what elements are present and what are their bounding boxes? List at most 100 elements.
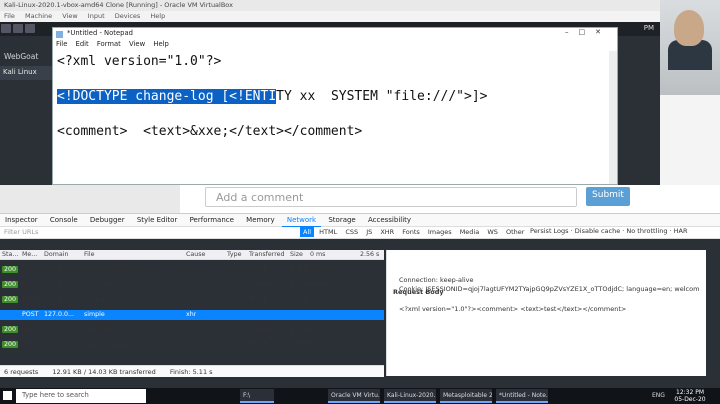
request-type-filters: All HTML CSS JS XHR Fonts Images Media W… xyxy=(300,227,527,239)
taskbar-kali[interactable]: Kali-Linux-2020... xyxy=(384,389,436,403)
cell-method: POST xyxy=(22,296,39,303)
np-menu-view[interactable]: View xyxy=(129,40,145,48)
col-timeline[interactable]: 0 ms xyxy=(310,251,325,258)
tab-inspector[interactable]: Inspector xyxy=(0,214,43,226)
col-transferred[interactable]: Transferred xyxy=(249,251,285,258)
filter-css[interactable]: CSS xyxy=(342,227,361,237)
window-controls[interactable]: –□✕ xyxy=(565,28,611,36)
tab-performance[interactable]: Performance xyxy=(185,214,239,226)
col-method[interactable]: Me... xyxy=(22,251,37,258)
menu-icon[interactable] xyxy=(1,24,11,33)
filter-other[interactable]: Other xyxy=(503,227,527,237)
filter-xhr[interactable]: XHR xyxy=(377,227,397,237)
network-summary: 6 requests 12.91 KB / 14.03 KB transferr… xyxy=(0,365,384,377)
virtualbox-title: Kali-Linux-2020.1-vbox-amd64 Clone [Runn… xyxy=(0,0,660,11)
cell-status: 200 xyxy=(2,296,19,303)
cell-size: 4.71 KB xyxy=(290,326,315,333)
har-menu[interactable]: HAR xyxy=(674,227,688,235)
tab-accessibility[interactable]: Accessibility xyxy=(363,214,416,226)
table-row[interactable]: 200 GET 127.0.0... lessonoverview.mvc xhr jso… xyxy=(0,265,384,275)
disable-cache-checkbox[interactable]: Disable cache xyxy=(575,227,620,235)
np-menu-file[interactable]: File xyxy=(56,40,67,48)
files-icon[interactable] xyxy=(13,24,23,33)
cell-file: simple xyxy=(84,311,105,318)
finish-time: Finish: 5.11 s xyxy=(169,368,213,376)
table-row[interactable]: 200 GET 127.0.0... comments xhr json 4.92 KB 4.… xyxy=(0,325,384,335)
vb-menu-machine[interactable]: Machine xyxy=(25,12,52,20)
col-size[interactable]: Size xyxy=(290,251,303,258)
submit-button[interactable]: Submit xyxy=(586,187,630,206)
header-connection: Connection: keep-alive xyxy=(399,276,474,284)
cell-status: 200 xyxy=(2,281,19,288)
tab-memory[interactable]: Memory xyxy=(241,214,279,226)
persist-logs-checkbox[interactable]: Persist Logs xyxy=(530,227,569,235)
col-file[interactable]: File xyxy=(84,251,95,258)
cell-domain: 127.0.0... xyxy=(44,326,75,333)
cell-domain: 127.0.0... xyxy=(44,296,75,303)
filter-html[interactable]: HTML xyxy=(316,227,340,237)
clock-time: 12:32 PM xyxy=(676,389,704,396)
taskbar-clock[interactable]: 12:32 PM 05-Dec-20 xyxy=(670,389,710,403)
notepad-title: *Untitled - Notepad xyxy=(67,29,133,37)
windows-start-icon[interactable] xyxy=(3,391,12,400)
request-count: 6 requests xyxy=(4,368,39,376)
cell-method: GET xyxy=(22,281,35,288)
taskbar-metasploitable[interactable]: Metasploitable 2... xyxy=(440,389,492,403)
tab-network[interactable]: Network xyxy=(281,214,322,228)
cell-method: GET xyxy=(22,341,35,348)
cell-file: lessonoverview.mvc xyxy=(84,266,148,273)
timeline-label: 2.56 s xyxy=(360,251,380,258)
tab-debugger[interactable]: Debugger xyxy=(85,214,130,226)
col-status[interactable]: Sta... xyxy=(2,251,18,258)
vb-menu-input[interactable]: Input xyxy=(88,12,105,20)
transferred-total: 12.91 KB / 14.03 KB transferred xyxy=(52,368,156,376)
table-row[interactable]: 200 GET 127.0.0... lessonmenu.mvc xhr json 7.4… xyxy=(0,280,384,290)
np-menu-edit[interactable]: Edit xyxy=(76,40,89,48)
np-menu-format[interactable]: Format xyxy=(97,40,121,48)
filter-images[interactable]: Images xyxy=(425,227,455,237)
kali-linux-tab[interactable]: Kali Linux xyxy=(0,66,52,80)
table-row[interactable]: 200 POST 127.0.0... simple xhr json 405 B 176 B xyxy=(0,295,384,305)
throttling-select[interactable]: No throttling xyxy=(626,227,667,235)
cell-transferred: 7.41 KB xyxy=(249,281,274,288)
col-cause[interactable]: Cause xyxy=(186,251,205,258)
notepad-text-area[interactable]: <?xml version="1.0"?> <!DOCTYPE change-l… xyxy=(53,51,617,164)
comment-input[interactable]: Add a comment xyxy=(205,187,577,207)
request-body-heading: Request Body xyxy=(393,288,444,296)
cell-cause: xhr xyxy=(186,296,197,303)
terminal-icon[interactable] xyxy=(25,24,35,33)
filter-media[interactable]: Media xyxy=(457,227,483,237)
cell-domain: 127.0.0... xyxy=(44,341,75,348)
kali-desktop-side xyxy=(0,36,52,206)
tab-style-editor[interactable]: Style Editor xyxy=(132,214,183,226)
vb-menu-help[interactable]: Help xyxy=(150,12,165,20)
table-row[interactable]: POST 127.0.0... simple xhr xyxy=(0,310,384,320)
tab-storage[interactable]: Storage xyxy=(323,214,360,226)
cell-cause: xhr xyxy=(186,326,197,333)
header-cookie: Cookie: JSESSIONID=qjoj7lagtUFYM2TYajpGQ… xyxy=(399,285,699,293)
cell-time: 104 ms xyxy=(312,281,336,288)
filter-all[interactable]: All xyxy=(300,227,315,237)
filter-js[interactable]: JS xyxy=(363,227,375,237)
taskbar-explorer[interactable]: F:\ xyxy=(240,389,274,403)
notepad-scrollbar[interactable] xyxy=(609,51,617,184)
taskbar-search[interactable]: Type here to search xyxy=(16,389,146,403)
np-menu-help[interactable]: Help xyxy=(153,40,169,48)
filter-fonts[interactable]: Fonts xyxy=(399,227,423,237)
taskbar-notepad[interactable]: *Untitled - Note... xyxy=(496,389,548,403)
col-type[interactable]: Type xyxy=(227,251,241,258)
language-indicator[interactable]: ENG xyxy=(652,392,665,399)
vb-menu-file[interactable]: File xyxy=(4,12,15,20)
vb-menu-view[interactable]: View xyxy=(62,12,77,20)
table-row[interactable]: 200 GET 127.0.0... lessonoverview.mvc xhr jso… xyxy=(0,340,384,350)
vb-menu-devices[interactable]: Devices xyxy=(115,12,141,20)
filter-ws[interactable]: WS xyxy=(484,227,501,237)
col-domain[interactable]: Domain xyxy=(44,251,68,258)
selected-text: <!DOCTYPE change-log [<!ENTI xyxy=(57,89,277,104)
clock-date: 05-Dec-20 xyxy=(674,396,706,403)
tab-console[interactable]: Console xyxy=(45,214,83,226)
webcam-overlay xyxy=(660,0,720,185)
taskbar-virtualbox[interactable]: Oracle VM Virtu... xyxy=(328,389,380,403)
kali-clock: PM xyxy=(643,24,654,32)
virtualbox-menubar: File Machine View Input Devices Help xyxy=(0,11,660,22)
